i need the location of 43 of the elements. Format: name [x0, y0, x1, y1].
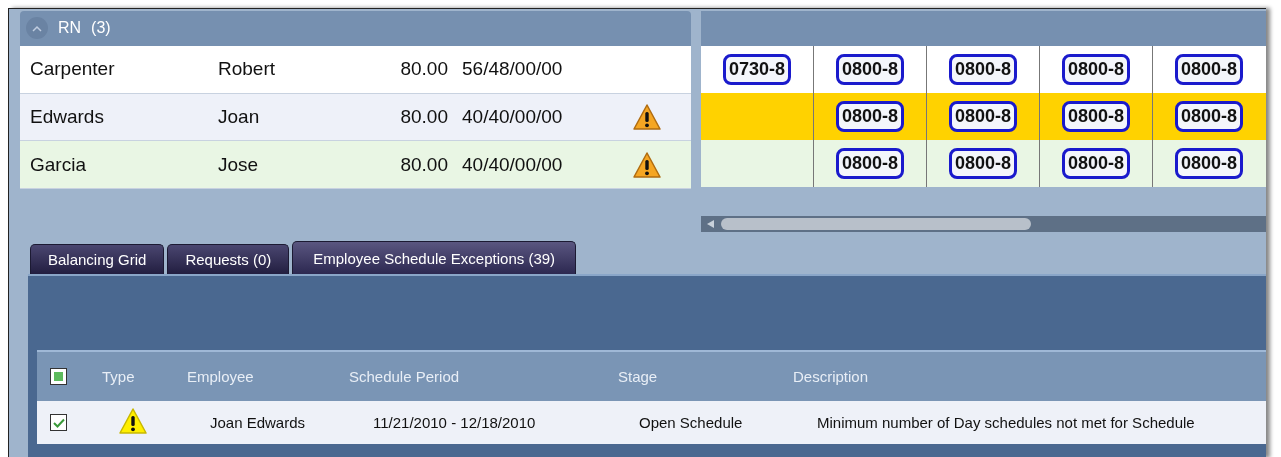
shift-chip[interactable]: 0730-8 [722, 54, 792, 85]
scroll-left-icon[interactable] [705, 219, 715, 229]
tab[interactable]: Requests (0) [167, 244, 290, 274]
shift-chip[interactable]: 0800-8 [948, 148, 1018, 179]
shift-chip[interactable]: 0800-8 [1174, 148, 1244, 179]
tab[interactable]: Balancing Grid [30, 244, 165, 274]
employee-row[interactable]: Edwards Joan 80.00 40/40/00/00 [20, 93, 691, 142]
employee-row[interactable]: Carpenter Robert 80.00 56/48/00/00 [20, 45, 691, 94]
pattern-cell-text: 40/40/00/00 [461, 105, 564, 128]
chevron-up-icon [32, 24, 42, 32]
first-name-cell-text: Jose [218, 153, 260, 176]
shift-chip[interactable]: 0800-8 [1061, 101, 1131, 132]
period-cell-text: 11/21/2010 - 12/18/2010 [373, 414, 537, 431]
collapse-toggle[interactable] [26, 17, 48, 40]
tab[interactable]: Employee Schedule Exceptions (39) [292, 241, 577, 274]
group-title: RN [58, 19, 82, 38]
pattern-cell-text: 56/48/00/00 [461, 58, 564, 81]
pattern-cell-text: 40/40/00/00 [461, 153, 564, 176]
shift-chip[interactable]: 0800-8 [948, 54, 1018, 85]
shift-chip[interactable]: 0800-8 [1061, 54, 1131, 85]
last-name-cell-text: Edwards [29, 105, 105, 128]
employee-row[interactable]: Garcia Jose 80.00 40/40/00/00 [20, 141, 691, 189]
shift-chip[interactable]: 0800-8 [835, 148, 905, 179]
checkbox[interactable] [50, 414, 67, 431]
hours-cell-text: 80.00 [399, 58, 448, 81]
stage-cell-text: Open Schedule [639, 414, 744, 431]
last-name-cell-text: Garcia [29, 153, 87, 176]
shift-chip[interactable]: 0800-8 [1061, 148, 1131, 179]
last-name-cell-text: Carpenter [29, 58, 116, 81]
checkbox[interactable] [50, 368, 67, 385]
horizontal-scrollbar[interactable] [701, 216, 1266, 232]
employee-cell-text: Joan Edwards [210, 414, 307, 431]
shift-chip[interactable]: 0800-8 [1174, 54, 1244, 85]
description-cell-text: Minimum number of Day schedules not met for Schedule [817, 414, 1196, 431]
shift-chip[interactable]: 0800-8 [835, 101, 905, 132]
first-name-cell-text: Robert [218, 58, 277, 81]
first-name-cell-text: Joan [218, 105, 261, 128]
shift-chip[interactable]: 0800-8 [835, 54, 905, 85]
shift-chip[interactable]: 0800-8 [1174, 101, 1244, 132]
hours-cell-text: 80.00 [399, 153, 448, 176]
hours-cell-text: 80.00 [399, 105, 448, 128]
shift-chip[interactable]: 0800-8 [948, 101, 1018, 132]
group-count: (3) [91, 19, 111, 38]
